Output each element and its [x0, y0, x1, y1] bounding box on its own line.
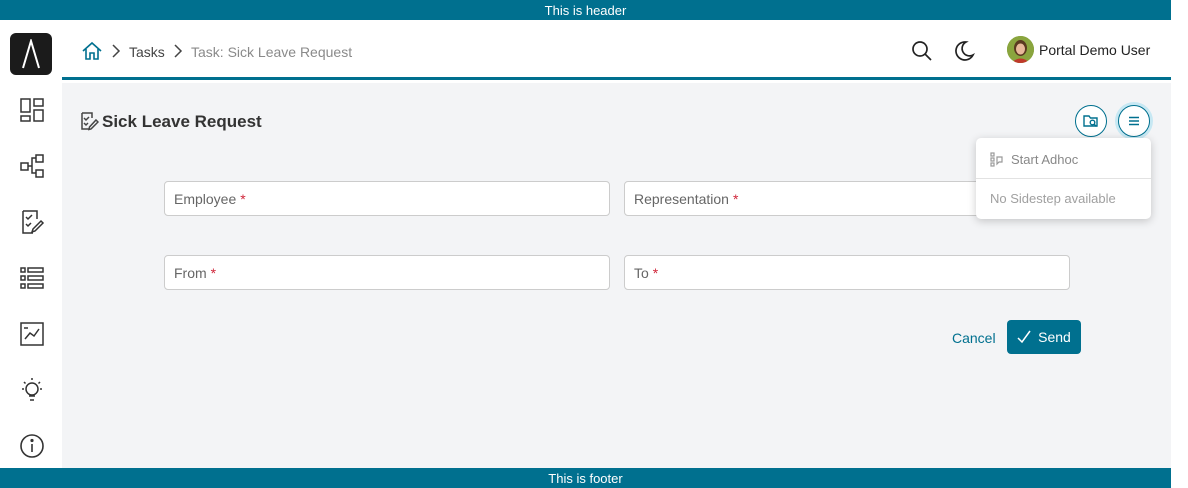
- topbar: Tasks Task: Sick Leave Request Portal De…: [62, 20, 1171, 80]
- task-list-icon[interactable]: [18, 208, 46, 236]
- list-icon[interactable]: [18, 264, 46, 292]
- dashboard-icon[interactable]: [18, 96, 46, 124]
- start-adhoc-label: Start Adhoc: [1011, 152, 1079, 167]
- to-date-field[interactable]: To *: [624, 255, 1070, 290]
- required-marker: *: [652, 265, 659, 281]
- divider: [976, 178, 1151, 179]
- case-details-button[interactable]: [1075, 105, 1107, 137]
- header-banner: This is header: [0, 0, 1171, 20]
- sidebar: [0, 20, 62, 468]
- actions-menu-button[interactable]: [1118, 105, 1150, 137]
- breadcrumb-tasks[interactable]: Tasks: [129, 44, 165, 60]
- employee-label: Employee: [174, 191, 237, 207]
- required-marker: *: [210, 265, 217, 281]
- start-adhoc-item[interactable]: Start Adhoc: [990, 152, 1078, 167]
- footer-banner: This is footer: [0, 468, 1171, 488]
- process-model-icon[interactable]: [18, 152, 46, 180]
- scrollbar[interactable]: [1171, 0, 1188, 488]
- search-icon[interactable]: [911, 40, 933, 62]
- required-marker: *: [240, 191, 246, 207]
- to-label: To: [634, 265, 649, 281]
- employee-field[interactable]: Employee *: [164, 181, 610, 216]
- info-icon[interactable]: [18, 432, 46, 460]
- moon-icon[interactable]: [953, 40, 975, 62]
- from-label: From: [174, 265, 207, 281]
- lambda-logo-icon[interactable]: [10, 33, 52, 75]
- page-title: Sick Leave Request: [102, 112, 262, 131]
- adhoc-icon: [990, 152, 1003, 167]
- required-marker: *: [732, 191, 739, 207]
- task-edit-icon: [79, 111, 100, 131]
- send-button[interactable]: Send: [1007, 320, 1081, 354]
- cancel-button[interactable]: Cancel: [952, 330, 996, 346]
- home-icon[interactable]: [81, 40, 103, 62]
- no-sidestep-text: No Sidestep available: [990, 191, 1116, 206]
- actions-dropdown: Start Adhoc No Sidestep available: [976, 138, 1151, 219]
- statistics-icon[interactable]: [18, 320, 46, 348]
- chevron-right-icon: [172, 43, 184, 59]
- user-name[interactable]: Portal Demo User: [1039, 42, 1150, 58]
- from-date-field[interactable]: From *: [164, 255, 610, 290]
- representation-label: Representation: [634, 191, 729, 207]
- send-label: Send: [1038, 329, 1071, 345]
- avatar[interactable]: [1007, 36, 1034, 63]
- breadcrumb-current: Task: Sick Leave Request: [191, 44, 353, 60]
- idea-bulb-icon[interactable]: [18, 376, 46, 404]
- chevron-right-icon: [110, 43, 122, 59]
- check-icon: [1017, 330, 1031, 344]
